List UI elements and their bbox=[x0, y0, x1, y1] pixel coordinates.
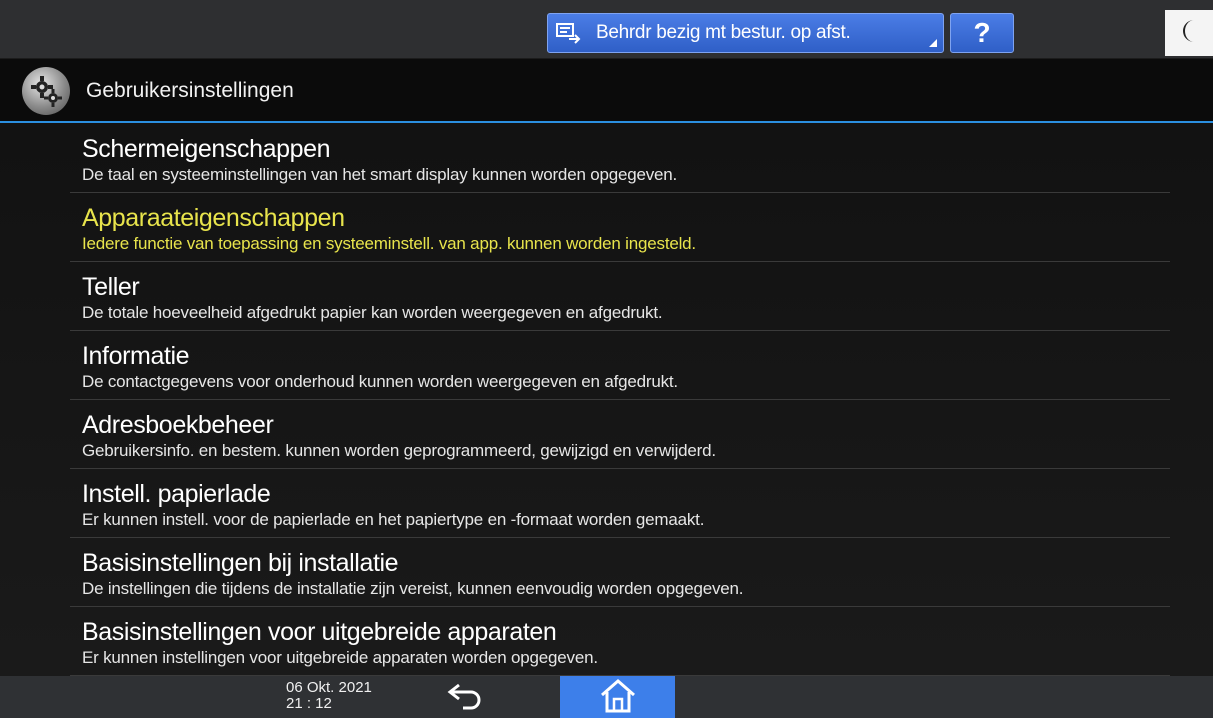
gear-settings-icon bbox=[22, 67, 70, 115]
home-button[interactable] bbox=[560, 676, 675, 718]
menu-item-teller[interactable]: Teller De totale hoeveelheid afgedrukt p… bbox=[70, 263, 1170, 331]
menu-item-schermeigenschappen[interactable]: Schermeigenschappen De taal en systeemin… bbox=[70, 125, 1170, 193]
menu-item-title: Apparaateigenschappen bbox=[82, 204, 345, 232]
menu-item-title: Instell. papierlade bbox=[82, 480, 271, 508]
night-mode-button[interactable] bbox=[1165, 10, 1213, 56]
menu-item-instell-papierlade[interactable]: Instell. papierlade Er kunnen instell. v… bbox=[70, 470, 1170, 538]
remote-status-label: Behrdr bezig mt bestur. op afst. bbox=[596, 22, 851, 43]
remote-control-status-button[interactable]: Behrdr bezig mt bestur. op afst. bbox=[547, 13, 944, 53]
menu-item-basisinstellingen-installatie[interactable]: Basisinstellingen bij installatie De ins… bbox=[70, 539, 1170, 607]
remote-control-icon bbox=[554, 21, 584, 45]
menu-item-title: Basisinstellingen voor uitgebreide appar… bbox=[82, 618, 557, 646]
menu-item-description: Iedere functie van toepassing en systeem… bbox=[82, 234, 696, 253]
menu-item-basisinstellingen-uitgebreide-apparaten[interactable]: Basisinstellingen voor uitgebreide appar… bbox=[70, 608, 1170, 676]
date-text: 06 Okt. 2021 bbox=[286, 679, 372, 696]
menu-item-apparaateigenschappen[interactable]: Apparaateigenschappen Iedere functie van… bbox=[70, 194, 1170, 262]
menu-item-title: Informatie bbox=[82, 342, 190, 370]
moon-icon bbox=[1178, 18, 1200, 49]
page-title: Gebruikersinstellingen bbox=[86, 79, 294, 102]
help-button[interactable]: ? bbox=[950, 13, 1014, 53]
menu-item-description: Gebruikersinfo. en bestem. kunnen worden… bbox=[82, 441, 716, 460]
home-icon bbox=[598, 677, 638, 718]
menu-item-title: Adresboekbeheer bbox=[82, 411, 274, 439]
menu-item-description: De taal en systeeminstellingen van het s… bbox=[82, 165, 678, 184]
menu-item-description: De contactgegevens voor onderhoud kunnen… bbox=[82, 372, 678, 391]
menu-item-title: Basisinstellingen bij installatie bbox=[82, 549, 399, 577]
menu-item-informatie[interactable]: Informatie De contactgegevens voor onder… bbox=[70, 332, 1170, 400]
menu-item-adresboekbeheer[interactable]: Adresboekbeheer Gebruikersinfo. en beste… bbox=[70, 401, 1170, 469]
menu-item-description: Er kunnen instellingen voor uitgebreide … bbox=[82, 648, 598, 667]
time-text: 21 : 12 bbox=[286, 695, 332, 712]
settings-menu-list: Schermeigenschappen De taal en systeemin… bbox=[0, 123, 1213, 676]
top-status-bar: Behrdr bezig mt bestur. op afst. ? bbox=[0, 0, 1213, 59]
menu-item-title: Schermeigenschappen bbox=[82, 135, 331, 163]
menu-item-description: De instellingen die tijdens de installat… bbox=[82, 579, 744, 598]
screen-title-bar: Gebruikersinstellingen bbox=[0, 59, 1213, 123]
menu-item-title: Teller bbox=[82, 273, 140, 301]
dropdown-corner-icon bbox=[929, 39, 937, 47]
menu-item-description: De totale hoeveelheid afgedrukt papier k… bbox=[82, 303, 663, 322]
bottom-navigation-bar: 06 Okt. 2021 21 : 12 bbox=[0, 676, 1213, 718]
date-time-display: 06 Okt. 2021 21 : 12 bbox=[286, 680, 372, 712]
back-arrow-icon bbox=[445, 681, 485, 716]
menu-item-description: Er kunnen instell. voor de papierlade en… bbox=[82, 510, 705, 529]
back-button[interactable] bbox=[430, 680, 500, 716]
